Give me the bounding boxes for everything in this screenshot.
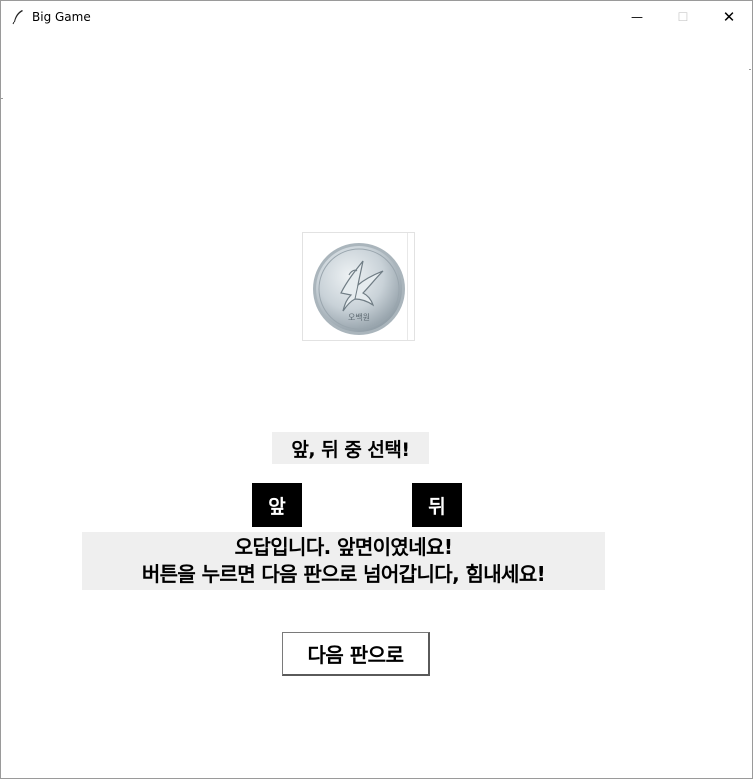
next-round-button[interactable]: 다음 판으로 <box>282 632 430 676</box>
coin-image-frame: 오백원 <box>302 232 415 341</box>
title-bar[interactable]: Big Game — ☐ ✕ <box>1 1 752 32</box>
result-line-1: 오답입니다. 앞면이였네요! <box>234 535 453 559</box>
edge-tick <box>749 69 751 70</box>
front-button[interactable]: 앞 <box>252 483 302 527</box>
svg-text:오백원: 오백원 <box>348 312 370 322</box>
back-button[interactable]: 뒤 <box>412 483 462 527</box>
coin-engraving: 오백원 <box>348 312 370 322</box>
edge-tick <box>1 98 3 99</box>
window-title: Big Game <box>32 9 91 24</box>
choose-prompt: 앞, 뒤 중 선택! <box>272 432 429 464</box>
app-window: Big Game — ☐ ✕ 오백원 앞, 뒤 중 선택! 앞 뒤 오답입니다.… <box>0 0 753 779</box>
minimize-button[interactable]: — <box>614 1 660 32</box>
result-line-2: 버튼을 누르면 다음 판으로 넘어갑니다, 힘내세요! <box>141 562 546 586</box>
coin-icon: 오백원 <box>313 243 405 335</box>
maximize-icon: ☐ <box>677 9 689 24</box>
feather-icon <box>10 9 26 25</box>
close-button[interactable]: ✕ <box>706 1 752 32</box>
minimize-icon: — <box>631 9 643 24</box>
result-message: 오답입니다. 앞면이였네요! 버튼을 누르면 다음 판으로 넘어갑니다, 힘내세… <box>82 532 605 590</box>
close-icon: ✕ <box>722 7 736 26</box>
maximize-button[interactable]: ☐ <box>660 1 706 32</box>
window-controls: — ☐ ✕ <box>614 1 752 32</box>
